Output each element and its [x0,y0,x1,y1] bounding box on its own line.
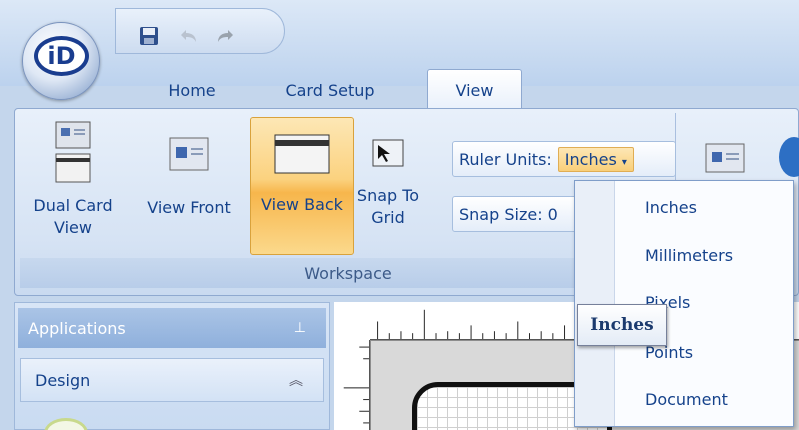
tab-card-setup[interactable]: Card Setup [268,72,392,108]
applications-label: Applications [28,318,126,338]
applications-header: Applications ⊥ [18,308,326,348]
menu-item-millimeters[interactable]: Millimeters [645,246,733,265]
design-label: Design [35,370,91,390]
view-back-button[interactable]: View Back [250,117,354,255]
tab-home[interactable]: Home [150,72,234,108]
ruler-units-value[interactable]: Inches ▾ [557,146,634,172]
tab-view[interactable]: View [427,69,522,111]
ruler-units-label: Ruler Units: [459,149,552,169]
vertical-ruler [334,340,370,430]
card-back-icon [274,134,330,174]
chevron-down-icon: ▾ [621,156,627,168]
ruler-corner [334,302,370,340]
quick-access-toolbar [115,8,285,54]
ruler-units-dropdown[interactable]: Ruler Units: Inches ▾ [452,141,676,177]
design-section-header[interactable]: Design ︽ [20,358,324,402]
redo-icon[interactable] [214,25,236,47]
save-icon[interactable] [138,25,160,47]
card-front-icon [169,137,209,171]
view-front-button[interactable]: View Front [134,117,244,255]
dual-card-icon [55,121,91,183]
collapse-icon[interactable]: ︽ [289,370,303,390]
menu-item-inches[interactable]: Inches [645,198,697,217]
menu-item-document[interactable]: Document [645,390,728,409]
snap-size-label: Snap Size: 0 [459,204,558,224]
snap-to-grid-button[interactable]: Snap To Grid [356,117,420,255]
app-logo[interactable]: iD [34,36,89,76]
card-front-icon[interactable] [705,143,745,173]
dual-card-view-button[interactable]: Dual Card View [18,117,128,255]
help-icon[interactable] [779,137,799,177]
snap-grid-icon [372,139,404,167]
snap-size-field[interactable]: Snap Size: 0 [452,196,582,232]
pin-icon[interactable]: ⊥ [294,320,306,336]
undo-icon[interactable] [178,25,200,47]
tooltip: Inches [577,304,667,346]
